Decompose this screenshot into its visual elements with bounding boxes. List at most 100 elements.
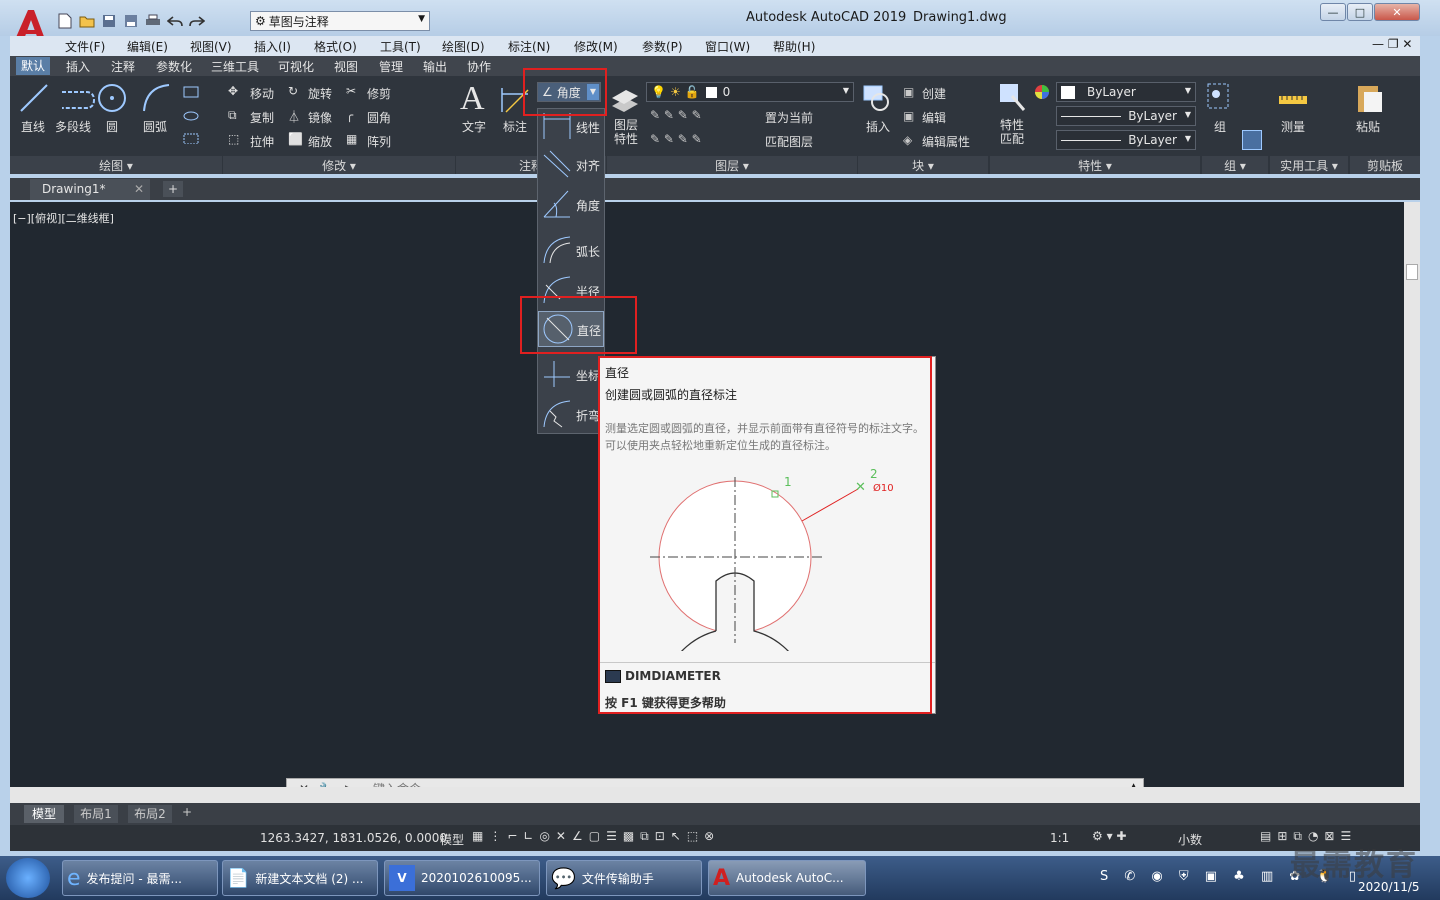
dd-diameter[interactable]: 直径 [538,311,604,347]
tab-manage[interactable]: 管理 [379,58,403,75]
task-browser[interactable]: e 发布提问 - 最需... [62,860,218,896]
create-block-button[interactable]: 创建 [922,85,946,102]
vertical-scrollbar[interactable] [1404,202,1420,787]
menu-format[interactable]: 格式(O) [314,38,357,55]
dd-radius[interactable]: 半径 [538,273,604,309]
new-file-icon[interactable] [56,12,74,30]
save-as-icon[interactable] [122,12,140,30]
workspace-combo[interactable]: ⚙ 草图与注释 ▼ [250,11,430,31]
doc-window-controls[interactable]: — ❐ ✕ [1372,37,1412,51]
line-button[interactable]: 直线 [21,118,45,135]
arc-icon[interactable] [140,82,172,117]
menu-parametric[interactable]: 参数(P) [642,38,683,55]
layer-properties-icon[interactable] [610,84,640,117]
tab-view[interactable]: 视图 [334,58,358,75]
menu-dimension[interactable]: 标注(N) [508,38,550,55]
tab-default[interactable]: 默认 [16,57,51,75]
move-button[interactable]: 移动 [250,85,274,102]
chevron-down-icon[interactable]: ▼ [587,84,599,100]
edit-block-button[interactable]: 编辑 [922,109,946,126]
circle-icon[interactable] [96,82,128,117]
match-layer-button[interactable]: 匹配图层 [765,133,813,150]
tab-3d-tools[interactable]: 三维工具 [211,58,259,75]
task-editor[interactable]: V 2020102610095... [384,860,540,896]
tab-output[interactable]: 输出 [423,58,447,75]
clipboard-panel-title[interactable]: 剪贴板 [1350,156,1420,174]
polyline-icon[interactable] [58,82,98,117]
menu-modify[interactable]: 修改(M) [574,38,618,55]
utilities-panel-title[interactable]: 实用工具 ▾ [1270,156,1348,174]
text-icon[interactable]: A [460,80,485,118]
tab-model[interactable]: 模型 [24,805,64,823]
dimension-icon[interactable] [500,84,530,117]
measure-icon[interactable] [1278,88,1308,113]
coordinates-readout[interactable]: 1263.3427, 1831.0526, 0.0000 [260,831,447,845]
properties-panel-title[interactable]: 特性 ▾ [990,156,1200,174]
dd-arc-length[interactable]: 弧长 [538,233,604,269]
array-button[interactable]: 阵列 [367,133,391,150]
layer-combo[interactable]: 💡 ☀ 🔓 0 ▼ [646,82,854,102]
start-button[interactable] [6,858,50,898]
menu-window[interactable]: 窗口(W) [705,38,750,55]
group-select-icon[interactable] [1242,130,1262,150]
block-panel-title[interactable]: 块 ▾ [858,156,988,174]
menu-file[interactable]: 文件(F) [65,38,105,55]
undo-icon[interactable] [166,12,184,30]
tab-layout2[interactable]: 布局2 [128,805,172,823]
new-tab-button[interactable]: + [163,181,183,197]
annotation-scale[interactable]: 1:1 [1050,831,1069,845]
dd-linear[interactable]: 线性 [538,109,604,145]
task-autocad[interactable]: A Autodesk AutoC... [708,860,866,896]
rotate-button[interactable]: 旋转 [308,85,332,102]
scale-button[interactable]: 缩放 [308,133,332,150]
dd-jogged[interactable]: 折弯 [538,397,604,433]
tab-insert[interactable]: 插入 [66,58,90,75]
close-window-button[interactable]: ✕ [1374,3,1420,21]
copy-button[interactable]: 复制 [250,109,274,126]
linetype-combo[interactable]: ByLayer ▼ [1056,106,1196,126]
match-properties-icon[interactable] [998,82,1028,117]
document-tab[interactable]: Drawing1* ✕ [30,179,150,200]
match-properties-button[interactable]: 特性 匹配 [1000,118,1024,146]
task-notepad[interactable]: 📄 新建文本文档 (2) ... [222,860,378,896]
tab-layout1[interactable]: 布局1 [74,805,118,823]
units-display[interactable]: 小数 [1178,831,1202,848]
redo-icon[interactable] [188,12,206,30]
horizontal-scrollbar[interactable] [10,787,1420,803]
menu-tools[interactable]: 工具(T) [380,38,421,55]
group-icon[interactable] [1206,82,1232,115]
dd-ordinate[interactable]: 坐标 [538,357,604,393]
menu-view[interactable]: 视图(V) [190,38,232,55]
layer-panel-title[interactable]: 图层 ▾ [607,156,857,174]
dimension-button[interactable]: 标注 [503,118,527,135]
lineweight-combo[interactable]: ByLayer ▼ [1056,130,1196,150]
tab-parametric[interactable]: 参数化 [156,58,192,75]
open-file-icon[interactable] [78,12,96,30]
dd-aligned[interactable]: 对齐 [538,147,604,183]
tab-visualize[interactable]: 可视化 [278,58,314,75]
layer-properties-button[interactable]: 图层 特性 [614,118,638,146]
add-layout-button[interactable]: + [182,805,192,819]
set-current-button[interactable]: 置为当前 [765,109,813,126]
maximize-button[interactable]: □ [1347,3,1373,21]
menu-help[interactable]: 帮助(H) [773,38,815,55]
minimize-button[interactable]: — [1320,3,1346,21]
draw-panel-title[interactable]: 绘图 ▾ [10,156,222,174]
paste-button[interactable]: 粘贴 [1356,118,1380,135]
mirror-button[interactable]: 镜像 [308,109,332,126]
viewport-controls[interactable]: [−][俯视][二维线框] [13,210,114,226]
dimension-type-combo[interactable]: ∠ 角度 ▼ [537,82,601,102]
group-button[interactable]: 组 [1214,118,1226,135]
edit-attributes-button[interactable]: 编辑属性 [922,133,970,150]
text-button[interactable]: 文字 [462,118,486,135]
modify-panel-title[interactable]: 修改 ▾ [223,156,455,174]
scroll-thumb[interactable] [1406,264,1418,280]
menu-insert[interactable]: 插入(I) [254,38,291,55]
task-wechat[interactable]: 💬 文件传输助手 [546,860,702,896]
circle-button[interactable]: 圆 [106,118,118,135]
model-space-button[interactable]: 模型 [440,831,464,848]
menu-edit[interactable]: 编辑(E) [127,38,168,55]
fillet-button[interactable]: 圆角 [367,109,391,126]
stretch-button[interactable]: 拉伸 [250,133,274,150]
measure-button[interactable]: 测量 [1281,118,1305,135]
